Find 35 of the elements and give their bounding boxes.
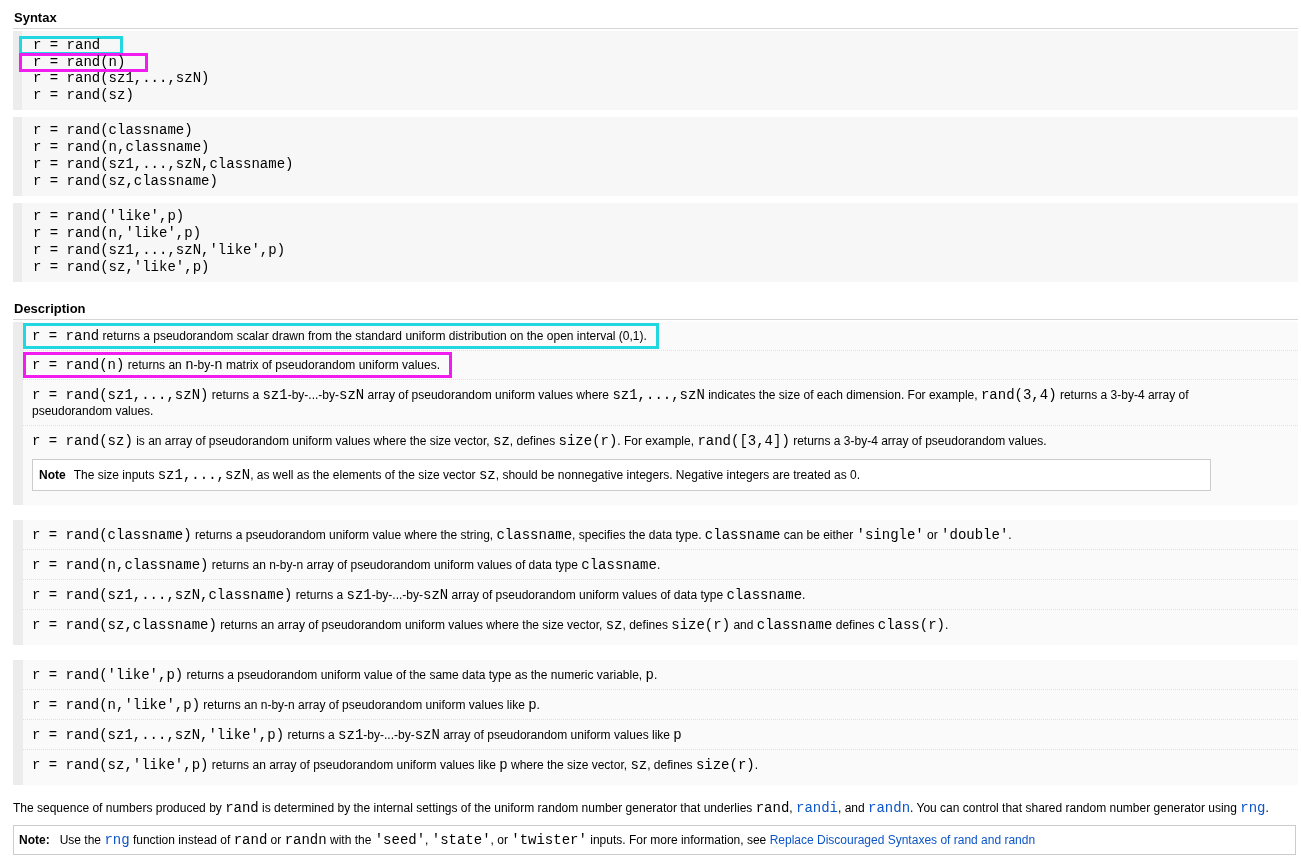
syntax-line: r = rand(n) <box>33 54 126 71</box>
description-text: r = rand(sz,'like',p) returns an array of pseudorandom uniform values like p where the size vector, sz, defines size(r). <box>32 757 760 773</box>
syntax-line: r = rand(sz1,...,szN,classname) <box>33 156 295 173</box>
description-text: r = rand(n) returns an n-by-n matrix of pseudorandom uniform values. <box>32 357 441 373</box>
description-text: r = rand(sz1,...,szN) returns a sz1-by-...-by-szN array of pseudorandom uniform values where sz1,...,szN indicates the size of each dimension. For example, rand(3,4) returns a 3-by-4 array of pseudorandom values. <box>32 387 1190 419</box>
description-text: r = rand(sz,classname) returns an array of pseudorandom uniform values where the size vector, sz, defines size(r) and classname defines class(r). <box>32 617 950 633</box>
syntax-line: r = rand(n,'like',p) <box>33 225 203 242</box>
description-text: r = rand returns a pseudorandom scalar drawn from the standard uniform distribution on the open interval (0,1). <box>32 328 647 344</box>
function-link[interactable]: randn <box>868 800 911 816</box>
body-text: The sequence of numbers produced by rand is determined by the internal settings of the uniform random number generator that underlies rand, randi, and randn. You can control that shared random number generator using rng. <box>13 800 1270 816</box>
syntax-line: r = rand(sz,'like',p) <box>33 259 211 276</box>
syntax-line: r = rand(n,classname) <box>33 139 211 156</box>
description-text: r = rand(sz1,...,szN,classname) returns a sz1-by-...-by-szN array of pseudorandom uniform values of data type classname. <box>32 587 807 603</box>
note-text: Use the rng function instead of rand or randn with the 'seed', 'state', or 'twister' inputs. For more information, see Replace Discouraged Syntaxes of rand and randn <box>59 833 1036 847</box>
description-text: r = rand(sz) is an array of pseudorandom uniform values where the size vector, sz, defines size(r). For example, rand([3,4]) returns a 3-by-4 array of pseudorandom values. <box>32 433 1048 449</box>
syntax-line: r = rand(sz1,...,szN) <box>33 70 211 87</box>
description-text: r = rand(n,'like',p) returns an n-by-n array of pseudorandom uniform values like p. <box>32 697 541 713</box>
description-text: r = rand(n,classname) returns an n-by-n array of pseudorandom uniform values of data type classname. <box>32 557 662 573</box>
syntax-line: r = rand <box>33 37 101 54</box>
description-text: r = rand(sz1,...,szN,'like',p) returns a sz1-by-...-by-szN array of pseudorandom uniform values like p <box>32 727 683 743</box>
note-label: Note <box>39 468 66 482</box>
section-heading: Syntax <box>13 10 58 27</box>
section-heading: Description <box>13 301 87 318</box>
syntax-line: r = rand('like',p) <box>33 208 186 225</box>
syntax-line: r = rand(sz,classname) <box>33 173 219 190</box>
function-link[interactable]: randi <box>796 800 838 816</box>
syntax-line: r = rand(classname) <box>33 122 194 139</box>
syntax-line: r = rand(sz) <box>33 87 135 104</box>
doc-link[interactable]: Replace Discouraged Syntaxes of rand and randn <box>769 833 1036 847</box>
description-text: r = rand(classname) returns a pseudorandom uniform value where the string, classname, specifies the data type. classname can be either 'single' or 'double'. <box>32 527 1013 543</box>
syntax-line: r = rand(sz1,...,szN,'like',p) <box>33 242 287 259</box>
note-label: Note: <box>19 833 50 847</box>
description-text: r = rand('like',p) returns a pseudorandom uniform value of the same data type as the numeric variable, p. <box>32 667 659 683</box>
function-link[interactable]: rng <box>104 832 130 848</box>
note-text: The size inputs sz1,...,szN, as well as the elements of the size vector sz, should be nonnegative integers. Negative integers are treated as 0. <box>73 468 860 482</box>
